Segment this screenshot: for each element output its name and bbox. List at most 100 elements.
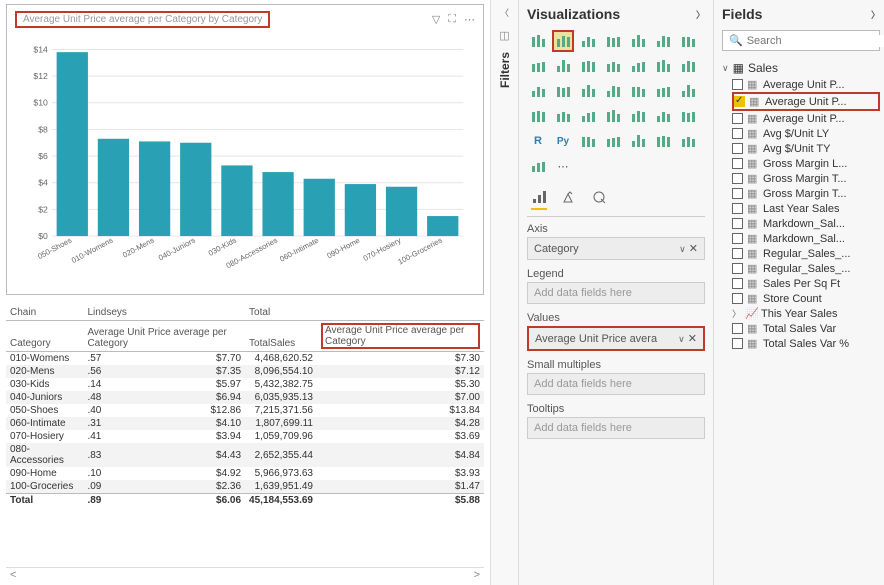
bar-030-Kids[interactable] bbox=[221, 165, 252, 236]
field-item[interactable]: ▦Sales Per Sq Ft bbox=[732, 276, 880, 291]
field-checkbox[interactable] bbox=[732, 113, 743, 124]
field-checkbox[interactable] bbox=[732, 248, 743, 259]
field-item[interactable]: ▦Average Unit P... bbox=[732, 92, 880, 111]
viz-combo1-icon[interactable] bbox=[602, 55, 624, 77]
col-c[interactable]: Average Unit Price average per Category bbox=[317, 321, 484, 352]
field-item[interactable]: 〉📈This Year Sales bbox=[732, 306, 880, 321]
viz-clustered-column-icon[interactable] bbox=[552, 30, 574, 52]
table-row[interactable]: 030-Kids.14$5.975,432,382.75$5.30 bbox=[6, 378, 484, 391]
field-checkbox[interactable] bbox=[732, 203, 743, 214]
table-row[interactable]: 100-Groceries.09$2.361,639,951.49$1.47 bbox=[6, 480, 484, 494]
viz-more-icon[interactable]: ⋯ bbox=[552, 155, 574, 177]
field-checkbox[interactable] bbox=[732, 263, 743, 274]
fields-tab[interactable] bbox=[531, 189, 547, 210]
viz-key-influencer-icon[interactable] bbox=[577, 130, 599, 152]
bar-020-Mens[interactable] bbox=[139, 141, 170, 236]
viz-stacked-column-icon[interactable] bbox=[577, 30, 599, 52]
bar-010-Womens[interactable] bbox=[98, 139, 129, 236]
viz-combo2-icon[interactable] bbox=[627, 55, 649, 77]
viz-stacked-area-icon[interactable] bbox=[577, 55, 599, 77]
field-checkbox[interactable] bbox=[732, 158, 743, 169]
bar-080-Accessories[interactable] bbox=[262, 172, 293, 236]
filter-icon[interactable]: ▽ bbox=[432, 13, 440, 26]
viz-py-visual-icon[interactable]: Py bbox=[552, 130, 574, 152]
field-checkbox[interactable] bbox=[732, 323, 743, 334]
collapse-fields-icon[interactable]: 〉 bbox=[871, 8, 880, 21]
horizontal-scrollbar[interactable]: < > bbox=[6, 567, 484, 581]
field-checkbox[interactable] bbox=[732, 188, 743, 199]
expand-filters-icon[interactable]: 〈 bbox=[500, 6, 509, 19]
viz-narrative-icon[interactable] bbox=[652, 130, 674, 152]
viz-kpi-icon[interactable] bbox=[602, 105, 624, 127]
viz-multi-card-icon[interactable] bbox=[577, 105, 599, 127]
field-item[interactable]: ▦Gross Margin L... bbox=[732, 156, 880, 171]
values-well[interactable]: Average Unit Price avera∨ ✕ bbox=[527, 326, 705, 351]
viz-treemap-icon[interactable] bbox=[627, 80, 649, 102]
small-multiples-well[interactable]: Add data fields here bbox=[527, 373, 705, 395]
field-item[interactable]: ▦Avg $/Unit LY bbox=[732, 126, 880, 141]
col-b[interactable]: TotalSales bbox=[245, 321, 317, 352]
viz-donut-icon[interactable] bbox=[602, 80, 624, 102]
fields-search[interactable]: 🔍 bbox=[722, 30, 880, 51]
col-a[interactable]: Average Unit Price average per Category bbox=[83, 321, 245, 352]
viz-gauge-icon[interactable] bbox=[527, 105, 549, 127]
field-item[interactable]: ▦Regular_Sales_... bbox=[732, 246, 880, 261]
field-checkbox[interactable] bbox=[732, 278, 743, 289]
collapse-viz-icon[interactable]: 〉 bbox=[696, 8, 705, 21]
table-row[interactable]: 090-Home.10$4.925,966,973.63$3.93 bbox=[6, 467, 484, 480]
table-row[interactable]: 020-Mens.56$7.358,096,554.10$7.12 bbox=[6, 365, 484, 378]
viz-decomp-icon[interactable] bbox=[602, 130, 624, 152]
table-row[interactable]: 010-Womens.57$7.704,468,620.52$7.30 bbox=[6, 352, 484, 366]
field-item[interactable]: ▦Gross Margin T... bbox=[732, 186, 880, 201]
field-checkbox[interactable] bbox=[732, 143, 743, 154]
filters-panel-collapsed[interactable]: 〈 ◫ Filters bbox=[490, 0, 518, 585]
field-item[interactable]: ▦Markdown_Sal... bbox=[732, 231, 880, 246]
search-input[interactable] bbox=[747, 35, 884, 47]
viz-area-icon[interactable] bbox=[552, 55, 574, 77]
viz-stacked-bar-h-icon[interactable] bbox=[652, 30, 674, 52]
field-checkbox[interactable] bbox=[732, 293, 743, 304]
field-item[interactable]: ▦Markdown_Sal... bbox=[732, 216, 880, 231]
viz-map-icon[interactable] bbox=[652, 80, 674, 102]
field-item[interactable]: ▦Gross Margin T... bbox=[732, 171, 880, 186]
viz-table-icon[interactable] bbox=[652, 105, 674, 127]
field-item[interactable]: ▦Avg $/Unit TY bbox=[732, 141, 880, 156]
scroll-right-icon[interactable]: > bbox=[474, 569, 480, 581]
viz-line-icon[interactable] bbox=[527, 55, 549, 77]
viz-app-icon[interactable] bbox=[527, 155, 549, 177]
focus-icon[interactable]: ⛶ bbox=[448, 13, 456, 26]
field-checkbox[interactable] bbox=[732, 338, 743, 349]
table-row[interactable]: 060-Intimate.31$4.101,807,699.11$4.28 bbox=[6, 417, 484, 430]
legend-well[interactable]: Add data fields here bbox=[527, 282, 705, 304]
viz-slicer-icon[interactable] bbox=[627, 105, 649, 127]
bar-040-Juniors[interactable] bbox=[180, 143, 211, 236]
bar-070-Hosiery[interactable] bbox=[386, 187, 417, 236]
viz-matrix-icon[interactable] bbox=[677, 105, 699, 127]
field-item[interactable]: ▦Regular_Sales_... bbox=[732, 261, 880, 276]
table-row[interactable]: 080-Accessories.83$4.432,652,355.44$4.84 bbox=[6, 443, 484, 467]
field-checkbox[interactable] bbox=[732, 233, 743, 244]
scroll-left-icon[interactable]: < bbox=[10, 569, 16, 581]
viz-paginated-icon[interactable] bbox=[677, 130, 699, 152]
bookmark-icon[interactable]: ◫ bbox=[499, 29, 509, 42]
tooltips-well[interactable]: Add data fields here bbox=[527, 417, 705, 439]
bar-100-Groceries[interactable] bbox=[427, 216, 458, 236]
viz-waterfall-icon[interactable] bbox=[677, 55, 699, 77]
field-item[interactable]: ▦Average Unit P... bbox=[732, 77, 880, 92]
viz-pie-icon[interactable] bbox=[577, 80, 599, 102]
field-checkbox[interactable] bbox=[732, 128, 743, 139]
viz-card-icon[interactable] bbox=[552, 105, 574, 127]
field-item[interactable]: ▦Total Sales Var bbox=[732, 321, 880, 336]
viz-100-bar-h-icon[interactable] bbox=[677, 30, 699, 52]
viz-100-stacked-icon[interactable] bbox=[602, 30, 624, 52]
axis-well[interactable]: Category∨ ✕ bbox=[527, 237, 705, 260]
analytics-tab[interactable] bbox=[591, 189, 607, 210]
field-checkbox[interactable] bbox=[732, 173, 743, 184]
bar-050-Shoes[interactable] bbox=[57, 52, 88, 236]
format-tab[interactable] bbox=[561, 189, 577, 210]
chevron-right-icon[interactable]: 〉 bbox=[732, 307, 741, 320]
viz-qa-icon[interactable] bbox=[627, 130, 649, 152]
viz-r-visual-icon[interactable]: R bbox=[527, 130, 549, 152]
table-node-sales[interactable]: ∨ ▦ Sales bbox=[722, 59, 880, 77]
viz-filled-map-icon[interactable] bbox=[677, 80, 699, 102]
